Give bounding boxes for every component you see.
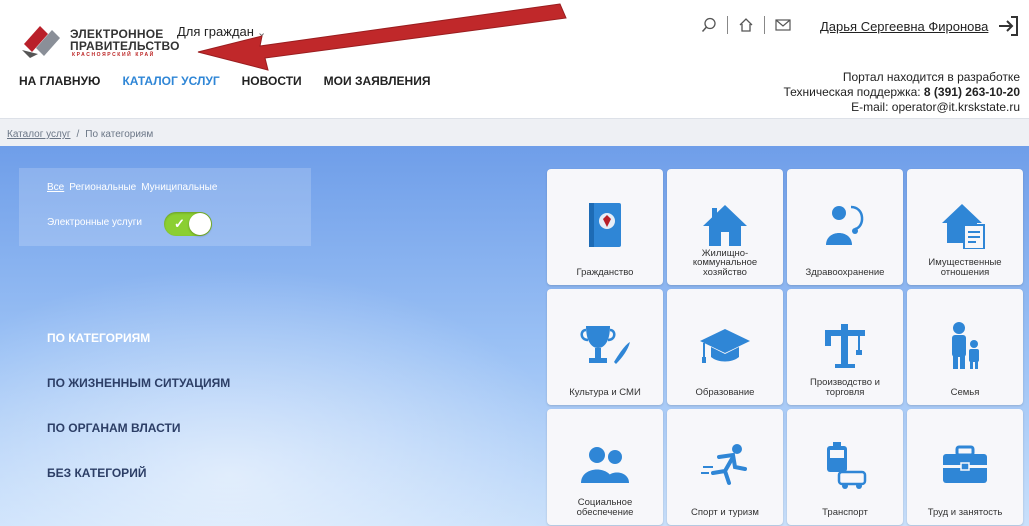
- category-tile-transport[interactable]: Транспорт: [787, 409, 903, 525]
- transport-icon: [827, 442, 867, 489]
- category-tile-healthcare[interactable]: Здравоохранение: [787, 169, 903, 285]
- user-name-link[interactable]: Дарья Сергеевна Фиронова: [820, 19, 988, 34]
- doctor-icon: [826, 205, 864, 245]
- chevron-down-icon: ⌄: [256, 27, 267, 39]
- home-icon[interactable]: [735, 15, 757, 35]
- electronic-services-label: Электронные услуги: [47, 217, 142, 228]
- logo[interactable]: ЭЛЕКТРОННОЕ ПРАВИТЕЛЬСТВО КРАСНОЯРСКИЙ К…: [18, 14, 179, 60]
- category-tile-housing[interactable]: Жилищно-коммунальное хозяйство: [667, 169, 783, 285]
- toggle-knob: [189, 213, 211, 235]
- passport-icon: [589, 203, 621, 247]
- check-icon: ✓: [174, 216, 185, 231]
- divider: [764, 16, 765, 34]
- audience-selector[interactable]: Для граждан ⌄: [177, 24, 266, 39]
- mail-icon[interactable]: [772, 15, 794, 35]
- audience-label: Для граждан: [177, 24, 254, 39]
- category-tile-education[interactable]: Образование: [667, 289, 783, 405]
- dev-notice: Портал находится в разработке: [842, 70, 1020, 84]
- property-icon: [942, 204, 985, 249]
- category-tile-production[interactable]: Производство и торговля: [787, 289, 903, 405]
- logo-emblem-icon: [22, 26, 60, 58]
- left-menu: ПО КАТЕГОРИЯМ ПО ЖИЗНЕННЫМ СИТУАЦИЯМ ПО …: [47, 331, 230, 511]
- support-email: E-mail: operator@it.krskstate.ru: [851, 100, 1020, 114]
- logout-icon[interactable]: [996, 15, 1020, 37]
- category-tile-family[interactable]: Семья: [907, 289, 1023, 405]
- breadcrumb-catalog-link[interactable]: Каталог услуг: [7, 129, 71, 140]
- family-icon: [952, 322, 979, 369]
- nav-home[interactable]: НА ГЛАВНУЮ: [19, 74, 100, 88]
- trophy-icon: [580, 326, 630, 364]
- main-nav: НА ГЛАВНУЮ КАТАЛОГ УСЛУГ НОВОСТИ МОИ ЗАЯ…: [19, 74, 452, 88]
- category-tile-sport[interactable]: Спорт и туризм: [667, 409, 783, 525]
- category-tile-property[interactable]: Имущественные отношения: [907, 169, 1023, 285]
- house-icon: [703, 205, 747, 246]
- site-header: ЭЛЕКТРОННОЕ ПРАВИТЕЛЬСТВО КРАСНОЯРСКИЙ К…: [0, 0, 1029, 118]
- breadcrumb-bar: Каталог услуг / По категориям: [0, 118, 1029, 146]
- runner-icon: [701, 444, 747, 485]
- nav-catalog[interactable]: КАТАЛОГ УСЛУГ: [122, 74, 219, 88]
- top-icons: [698, 14, 794, 36]
- tab-all[interactable]: Все: [47, 182, 64, 193]
- nav-my-applications[interactable]: МОИ ЗАЯВЛЕНИЯ: [324, 74, 431, 88]
- scope-tabs: Все Региональные Муниципальные: [47, 182, 217, 193]
- graduation-cap-icon: [700, 329, 750, 363]
- nav-news[interactable]: НОВОСТИ: [242, 74, 302, 88]
- tab-municipal[interactable]: Муниципальные: [141, 182, 217, 193]
- electronic-services-toggle[interactable]: ✓: [164, 212, 212, 236]
- catalog-main: Все Региональные Муниципальные Электронн…: [0, 146, 1029, 526]
- category-tile-citizenship[interactable]: Гражданство: [547, 169, 663, 285]
- breadcrumb-current: По категориям: [85, 129, 154, 140]
- category-tile-labor[interactable]: Труд и занятость: [907, 409, 1023, 525]
- filter-panel: Все Региональные Муниципальные Электронн…: [19, 168, 311, 246]
- support-info: Портал находится в разработке Техническа…: [783, 70, 1020, 115]
- tab-regional[interactable]: Региональные: [69, 182, 136, 193]
- menu-by-authorities[interactable]: ПО ОРГАНАМ ВЛАСТИ: [47, 421, 230, 466]
- menu-by-life-situations[interactable]: ПО ЖИЗНЕННЫМ СИТУАЦИЯМ: [47, 376, 230, 421]
- search-icon[interactable]: [698, 15, 720, 35]
- briefcase-icon: [943, 445, 987, 483]
- support-phone-line: Техническая поддержка: 8 (391) 263-10-20: [783, 85, 1020, 99]
- category-grid: Гражданство Жилищно-коммунальное хозяйст…: [547, 169, 1023, 525]
- category-tile-culture[interactable]: Культура и СМИ: [547, 289, 663, 405]
- divider: [727, 16, 728, 34]
- breadcrumb: Каталог услуг / По категориям: [7, 129, 154, 140]
- menu-by-categories[interactable]: ПО КАТЕГОРИЯМ: [47, 331, 230, 376]
- crane-icon: [825, 324, 865, 368]
- category-tile-social[interactable]: Социальное обеспечение: [547, 409, 663, 525]
- support-phone: 8 (391) 263-10-20: [923, 85, 1020, 99]
- menu-without-category[interactable]: БЕЗ КАТЕГОРИЙ: [47, 466, 230, 511]
- people-icon: [581, 447, 629, 483]
